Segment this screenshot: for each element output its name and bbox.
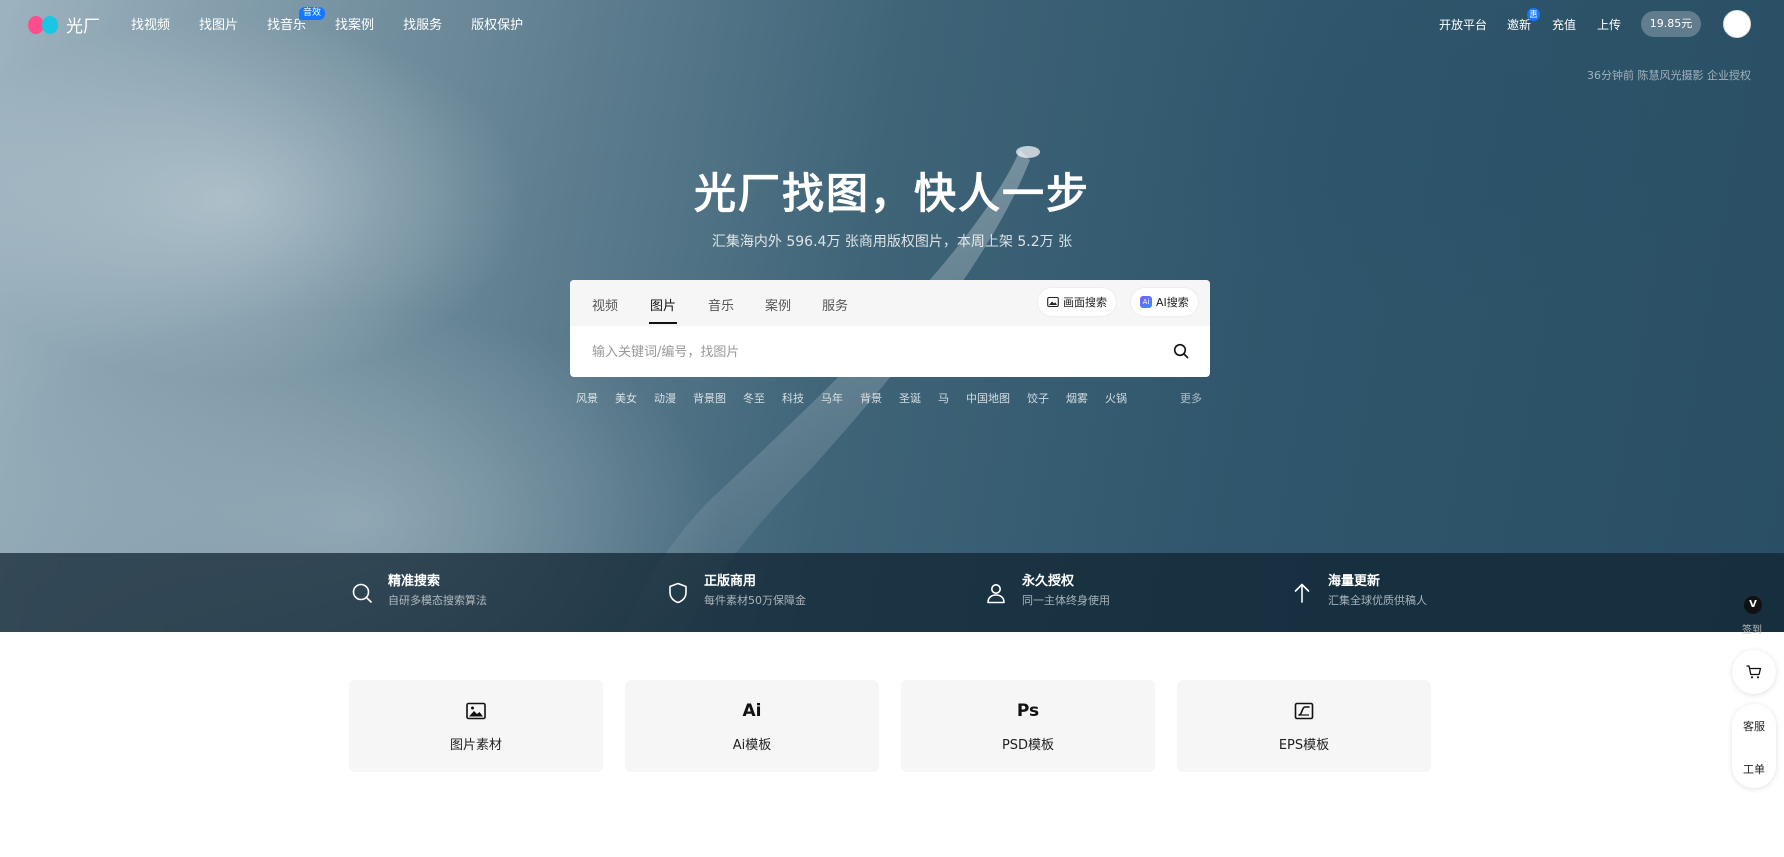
recharge-link[interactable]: 充值 xyxy=(1552,16,1576,33)
picture-icon xyxy=(1047,296,1059,308)
feature-title: 永久授权 xyxy=(1022,574,1075,589)
nav-find-music-label: 找音乐 xyxy=(267,18,307,33)
nav-find-image[interactable]: 找图片 xyxy=(199,14,238,33)
tab-service[interactable]: 服务 xyxy=(822,295,848,314)
feature-permanent-license: 永久授权 同一主体终身使用 xyxy=(984,573,1110,611)
image-search-label: 画面搜索 xyxy=(1063,296,1107,309)
nav-links: 找视频 找图片 找音乐 音效 找案例 找服务 版权保护 xyxy=(131,7,552,33)
balance-button[interactable]: 19.85元 xyxy=(1641,11,1701,37)
feature-desc: 汇集全球优质供稿人 xyxy=(1328,594,1427,607)
invite-link[interactable]: 邀新 惠 xyxy=(1507,8,1540,33)
category-psd-template[interactable]: Ps PSD模板 xyxy=(901,680,1155,772)
invite-discount-badge: 惠 xyxy=(1527,8,1540,21)
page-subtitle: 汇集海内外 596.4万 张商用版权图片，本周上架 5.2万 张 xyxy=(711,234,1073,250)
feature-title: 海量更新 xyxy=(1328,574,1381,589)
category-label: Ai模板 xyxy=(732,738,772,753)
checkin-label[interactable]: 签到 xyxy=(1742,621,1762,636)
invite-label: 邀新 xyxy=(1507,18,1532,32)
user-icon xyxy=(987,584,1005,604)
ai-search-button[interactable]: Ai AI搜索 xyxy=(1131,288,1198,316)
feature-mass-updates: 海量更新 汇集全球优质供稿人 xyxy=(1290,573,1427,611)
hot-tag[interactable]: 美女 xyxy=(615,390,637,406)
hot-tag[interactable]: 火锅 xyxy=(1105,390,1127,406)
hot-tag[interactable]: 中国地图 xyxy=(966,390,1010,406)
search-icon xyxy=(352,583,372,603)
category-label: EPS模板 xyxy=(1278,738,1330,753)
nav-find-video[interactable]: 找视频 xyxy=(131,14,170,33)
hot-tag[interactable]: 背景图 xyxy=(693,390,726,406)
hot-tag[interactable]: 饺子 xyxy=(1027,390,1049,406)
feature-precise-search: 精准搜索 自研多模态搜索算法 xyxy=(350,573,487,611)
nav-find-music[interactable]: 找音乐 音效 xyxy=(267,7,326,33)
side-support-panel: 客服 工单 xyxy=(1732,704,1776,788)
ps-icon: Ps xyxy=(1016,701,1040,721)
logo-mark-cyan xyxy=(42,15,58,34)
tab-case[interactable]: 案例 xyxy=(765,295,791,314)
hot-tag[interactable]: 动漫 xyxy=(654,390,676,406)
search-tabs: 视频 图片 音乐 案例 服务 画面搜索 Ai AI搜索 xyxy=(570,280,1210,326)
tab-music[interactable]: 音乐 xyxy=(708,295,734,314)
arrow-up-icon xyxy=(1294,583,1310,603)
nav-find-case[interactable]: 找案例 xyxy=(335,14,374,33)
logo-text: 光厂 xyxy=(66,17,100,37)
feature-strip xyxy=(0,553,1784,632)
ticket-button[interactable]: 工单 xyxy=(1732,761,1776,777)
tab-image[interactable]: 图片 xyxy=(648,295,678,324)
category-ai-template[interactable]: Ai Ai模板 xyxy=(625,680,879,772)
avatar[interactable] xyxy=(1723,10,1751,38)
ai-icon: Ai xyxy=(1140,296,1152,308)
category-image-material[interactable]: 图片素材 xyxy=(349,680,603,772)
sound-effect-badge: 音效 xyxy=(299,7,326,20)
upload-link[interactable]: 上传 xyxy=(1597,16,1621,33)
page-title: 光厂找图，快人一步 xyxy=(693,169,1090,218)
hot-tag[interactable]: 马年 xyxy=(821,390,843,406)
cart-button[interactable] xyxy=(1732,650,1776,694)
hot-tag[interactable]: 科技 xyxy=(782,390,804,406)
feature-licensed: 正版商用 每件素材50万保障金 xyxy=(666,573,806,611)
feature-desc: 同一主体终身使用 xyxy=(1022,594,1110,607)
search-icon[interactable] xyxy=(1173,343,1189,359)
search-box: 视频 图片 音乐 案例 服务 画面搜索 Ai AI搜索 xyxy=(570,280,1210,377)
photo-credit[interactable]: 36分钟前 陈慧风光摄影 企业授权 xyxy=(1587,67,1751,83)
eps-icon xyxy=(1294,702,1314,720)
nav-copyright-protection[interactable]: 版权保护 xyxy=(471,14,523,33)
feature-desc: 自研多模态搜索算法 xyxy=(388,594,487,607)
hot-tag[interactable]: 背景 xyxy=(860,390,882,406)
hot-tag[interactable]: 风景 xyxy=(576,390,598,406)
ai-search-label: AI搜索 xyxy=(1156,296,1189,309)
ai-icon: Ai xyxy=(742,701,762,721)
open-platform-link[interactable]: 开放平台 xyxy=(1439,16,1487,33)
hot-tag[interactable]: 冬至 xyxy=(743,390,765,406)
vip-checkin-icon[interactable]: V xyxy=(1744,596,1762,614)
customer-service-button[interactable]: 客服 xyxy=(1732,718,1776,734)
hot-tag[interactable]: 圣诞 xyxy=(899,390,921,406)
hot-tags: 风景 美女 动漫 背景图 冬至 科技 马年 背景 圣诞 马 中国地图 饺子 烟雾… xyxy=(576,390,1144,406)
search-input[interactable] xyxy=(592,340,1132,364)
image-search-button[interactable]: 画面搜索 xyxy=(1038,288,1116,316)
logo[interactable]: 光厂 xyxy=(28,12,100,37)
hot-tag[interactable]: 烟雾 xyxy=(1066,390,1088,406)
shield-icon xyxy=(669,582,687,604)
category-label: 图片素材 xyxy=(449,738,502,753)
tab-video[interactable]: 视频 xyxy=(592,295,618,314)
image-icon xyxy=(466,702,486,720)
top-nav: 光厂 找视频 找图片 找音乐 音效 找案例 找服务 版权保护 开放平台 邀新 惠… xyxy=(0,0,1784,48)
category-eps-template[interactable]: EPS模板 xyxy=(1177,680,1431,772)
category-label: PSD模板 xyxy=(1001,738,1055,753)
feature-title: 精准搜索 xyxy=(388,574,441,589)
nav-find-service[interactable]: 找服务 xyxy=(403,14,442,33)
more-tags-link[interactable]: 更多 xyxy=(1180,390,1202,406)
cart-icon xyxy=(1746,665,1762,679)
hot-tag[interactable]: 马 xyxy=(938,390,949,406)
feature-desc: 每件素材50万保障金 xyxy=(704,594,806,607)
feature-title: 正版商用 xyxy=(704,574,757,589)
